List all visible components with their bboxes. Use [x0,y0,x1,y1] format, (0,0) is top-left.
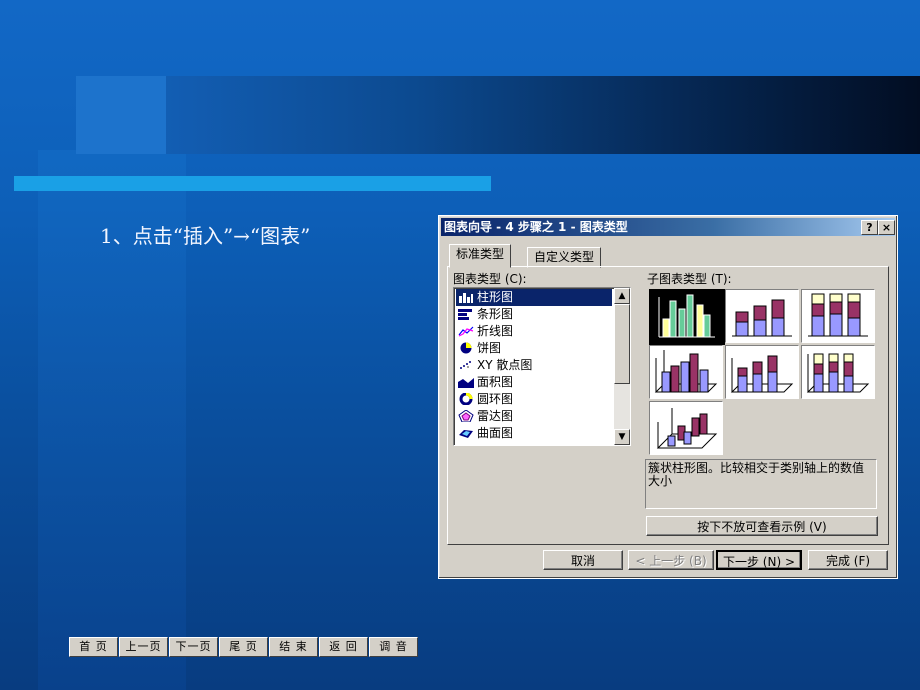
list-item-surface[interactable]: 曲面图 [456,425,612,442]
list-item-label: 柱形图 [477,290,514,304]
list-item-pie[interactable]: 饼图 [456,340,612,357]
list-item-label: 雷达图 [477,409,514,423]
slide-nav-bar: 首 页 上一页 下一页 尾 页 结 束 返 回 调 音 [69,637,419,657]
subtype-label: 子图表类型 (T): [647,272,732,286]
list-item-label: 折线图 [477,324,514,338]
help-button[interactable]: ? [861,220,878,235]
next-button[interactable]: 下一步 (N) > [716,550,802,570]
scroll-down-icon[interactable]: ▼ [614,429,630,445]
finish-button[interactable]: 完成 (F) [808,550,888,570]
stacked-column-icon [732,299,792,337]
list-item-scatter[interactable]: XY 散点图 [456,357,612,374]
chart-type-label: 图表类型 (C): [453,272,527,286]
divider-bar [14,176,491,191]
list-scrollbar[interactable]: ▲ ▼ [614,288,630,445]
nav-volume-button[interactable]: 调 音 [369,637,418,657]
dialog-titlebar[interactable]: 图表向导 - 4 步骤之 1 - 图表类型 ? × [441,218,895,236]
scroll-up-icon[interactable]: ▲ [614,288,630,304]
subtype-gallery [645,287,877,457]
list-item-label: XY 散点图 [477,358,533,372]
cancel-button[interactable]: 取消 [543,550,623,570]
close-button[interactable]: × [878,220,895,235]
radar-chart-icon [458,410,474,422]
tab-custom-types[interactable]: 自定义类型 [527,247,602,268]
list-item-column[interactable]: 柱形图 [456,289,612,306]
subtype-percent-stacked-column[interactable] [801,289,875,343]
nav-first-page-button[interactable]: 首 页 [69,637,118,657]
list-item-label: 圆环图 [477,392,514,406]
percent-stacked-column-icon [808,293,868,337]
pie-chart-icon [460,342,472,354]
chart-wizard-dialog: 图表向导 - 4 步骤之 1 - 图表类型 ? × 标准类型 自定义类型 图表类… [438,215,898,579]
doughnut-chart-icon [459,393,473,405]
nav-end-button[interactable]: 结 束 [269,637,318,657]
subtype-3d-column[interactable] [649,401,723,455]
step-text: 1、点击“插入”→“图表” [100,224,311,248]
header-band-accent [76,76,166,154]
list-item-label: 面积图 [477,375,514,389]
list-item-radar[interactable]: 雷达图 [456,408,612,425]
clustered-column-icon [658,294,715,338]
area-chart-icon [458,378,474,388]
subtype-3d-clustered-column[interactable] [649,345,723,399]
header-band [76,76,920,154]
list-item-line[interactable]: 折线图 [456,323,612,340]
scatter-chart-icon [460,361,471,369]
nav-next-page-button[interactable]: 下一页 [169,637,218,657]
subtype-description: 簇状柱形图。比较相交于类别轴上的数值大小 [645,459,877,509]
subtype-3d-percent-stacked-column[interactable] [801,345,875,399]
subtype-3d-stacked-column[interactable] [725,345,799,399]
column-chart-icon [459,293,473,303]
3d-stacked-column-icon [730,355,794,393]
list-item-bar[interactable]: 条形图 [456,306,612,323]
bar-chart-icon [458,309,472,320]
scroll-thumb[interactable] [614,304,630,384]
chart-type-list[interactable]: 柱形图 条形图 折线图 饼图 XY 散点图 面积图 圆环图 雷达图 曲面图 ▲ … [453,287,631,446]
nav-prev-page-button[interactable]: 上一页 [119,637,168,657]
surface-chart-icon [459,430,473,438]
3d-column-icon [656,408,718,449]
dialog-title: 图表向导 - 4 步骤之 1 - 图表类型 [444,220,628,234]
subtype-clustered-column[interactable] [649,289,725,345]
line-chart-icon [458,326,474,337]
tab-standard-types[interactable]: 标准类型 [449,244,512,268]
back-button[interactable]: < 上一步 (B) [628,550,714,570]
nav-last-page-button[interactable]: 尾 页 [219,637,268,657]
preview-sample-button[interactable]: 按下不放可查看示例 (V) [646,516,878,536]
list-item-label: 条形图 [477,307,514,321]
subtype-stacked-column[interactable] [725,289,799,343]
3d-percent-stacked-column-icon [806,353,870,393]
list-item-label: 曲面图 [477,426,514,440]
list-item-doughnut[interactable]: 圆环图 [456,391,612,408]
list-item-label: 饼图 [477,341,502,355]
3d-clustered-column-icon [654,350,718,393]
list-item-area[interactable]: 面积图 [456,374,612,391]
nav-return-button[interactable]: 返 回 [319,637,368,657]
